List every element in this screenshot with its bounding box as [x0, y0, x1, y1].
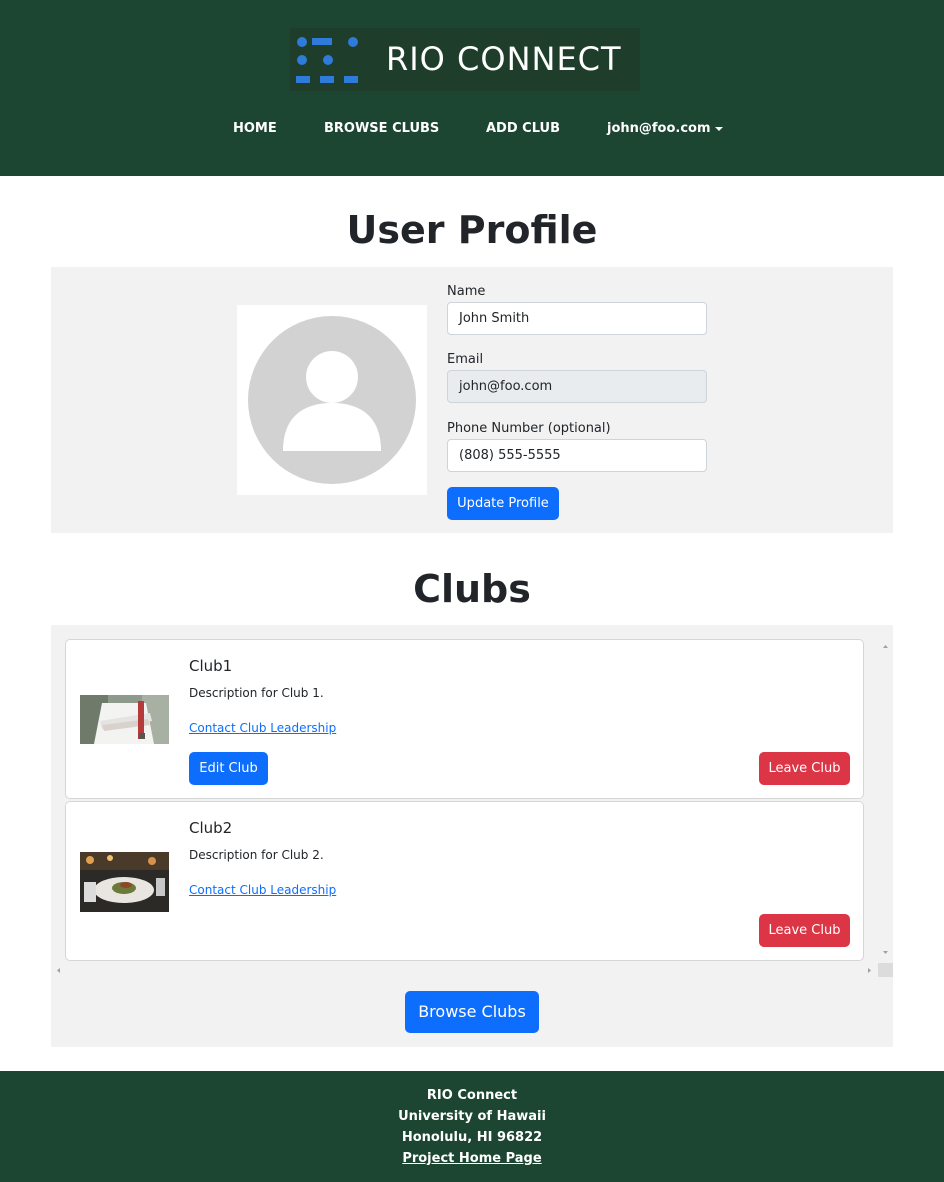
nav-add-club[interactable]: ADD CLUB	[486, 121, 560, 136]
leave-club-button[interactable]: Leave Club	[759, 752, 850, 785]
club-card: Club2 Description for Club 2. Contact Cl…	[65, 801, 864, 961]
logo-text: RIO CONNECT	[386, 40, 622, 78]
club-thumbnail	[80, 852, 169, 912]
email-field: john@foo.com	[447, 370, 707, 403]
user-menu-label: john@foo.com	[607, 121, 711, 136]
name-label: Name	[447, 284, 486, 299]
club-thumbnail	[80, 695, 169, 744]
leave-club-button[interactable]: Leave Club	[759, 914, 850, 947]
phone-label: Phone Number (optional)	[447, 421, 611, 436]
clubs-heading: Clubs	[413, 567, 531, 611]
email-label: Email	[447, 352, 484, 367]
site-header: RIO CONNECT HOME BROWSE CLUBS ADD CLUB j…	[0, 0, 944, 176]
scrollbar-corner	[878, 963, 893, 977]
scroll-down-arrow-icon	[883, 951, 888, 954]
horizontal-scrollbar-track	[57, 963, 893, 977]
chef-photo-icon	[80, 695, 169, 744]
club-title: Club1	[189, 657, 233, 675]
footer-org-name: RIO Connect	[426, 1088, 518, 1103]
phone-field[interactable]: (808) 555-5555	[447, 439, 707, 472]
nav-browse-clubs[interactable]: BROWSE CLUBS	[324, 121, 439, 136]
name-field[interactable]: John Smith	[447, 302, 707, 335]
scroll-right-arrow-icon	[868, 968, 871, 973]
vertical-scrollbar-track	[883, 645, 888, 954]
club-title: Club2	[189, 819, 233, 837]
user-placeholder-icon	[248, 316, 416, 484]
contact-club-leadership-link[interactable]: Contact Club Leadership	[189, 721, 336, 735]
site-footer: RIO Connect University of Hawaii Honolul…	[0, 1071, 944, 1182]
update-profile-button[interactable]: Update Profile	[447, 487, 559, 520]
restaurant-dish-photo-icon	[80, 852, 169, 912]
club-card: Club1 Description for Club 1. Contact Cl…	[65, 639, 864, 799]
nav-home[interactable]: HOME	[233, 121, 277, 136]
edit-club-button[interactable]: Edit Club	[189, 752, 268, 785]
scroll-up-arrow-icon	[883, 645, 888, 648]
avatar	[237, 305, 427, 495]
vertical-scrollbar[interactable]	[878, 638, 893, 961]
footer-address: Honolulu, HI 96822	[401, 1130, 543, 1145]
user-menu-dropdown[interactable]: john@foo.com	[607, 121, 723, 136]
page-title: User Profile	[346, 208, 598, 252]
logo[interactable]: RIO CONNECT	[290, 28, 640, 91]
caret-down-icon	[714, 126, 723, 131]
logo-mark-icon	[296, 37, 358, 83]
contact-club-leadership-link[interactable]: Contact Club Leadership	[189, 883, 336, 897]
club-description: Description for Club 2.	[189, 848, 324, 862]
project-home-page-link[interactable]: Project Home Page	[0, 1151, 944, 1166]
scroll-left-arrow-icon	[57, 968, 60, 973]
horizontal-scrollbar[interactable]	[51, 962, 893, 977]
browse-clubs-button[interactable]: Browse Clubs	[405, 991, 539, 1033]
main-nav: HOME BROWSE CLUBS ADD CLUB john@foo.com	[0, 121, 944, 141]
club-description: Description for Club 1.	[189, 686, 324, 700]
footer-university: University of Hawaii	[398, 1109, 546, 1124]
